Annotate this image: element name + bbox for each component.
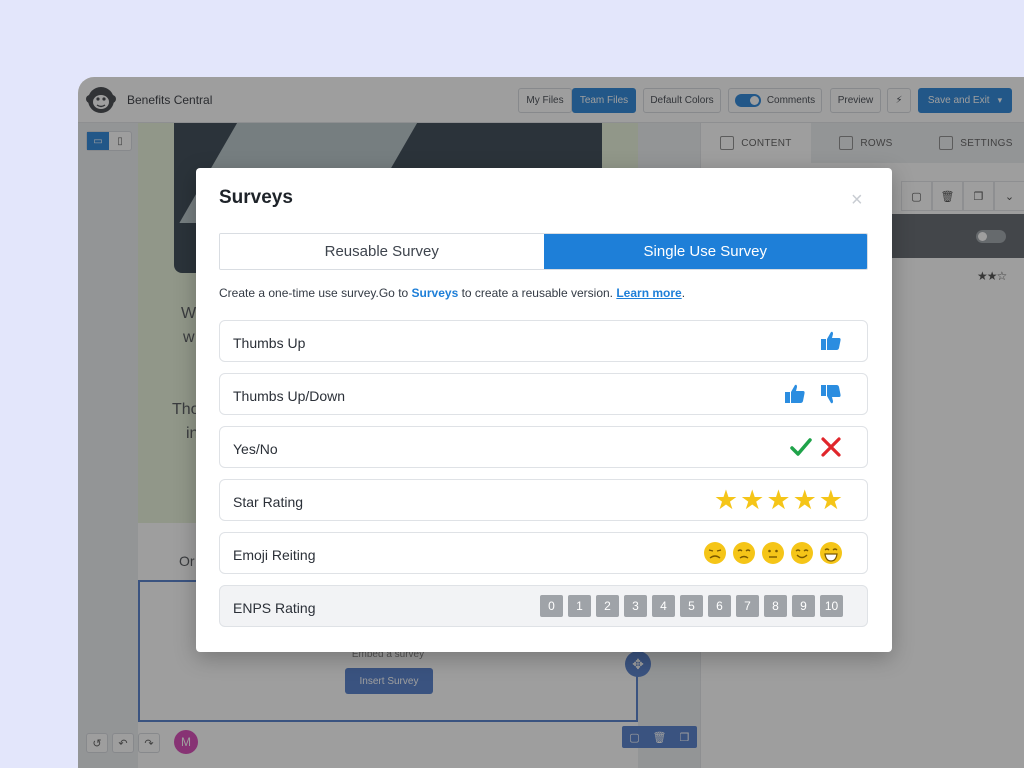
enps-number: 0 <box>540 595 563 617</box>
check-icon <box>790 438 812 456</box>
option-icons <box>783 374 843 414</box>
emoji-crying-icon <box>704 542 726 564</box>
option-label: Yes/No <box>233 441 278 457</box>
enps-number: 9 <box>792 595 815 617</box>
enps-number: 7 <box>736 595 759 617</box>
thumbs-up-icon <box>821 331 841 350</box>
enps-number: 3 <box>624 595 647 617</box>
option-label: Thumbs Up <box>233 335 306 351</box>
survey-option-thumbs-up[interactable]: Thumbs Up <box>219 320 868 362</box>
emoji-sad-icon <box>733 542 755 564</box>
enps-number-scale: 0 1 2 3 4 5 6 7 8 9 10 <box>540 586 843 626</box>
emoji-neutral-icon <box>762 542 784 564</box>
option-icons <box>789 427 843 467</box>
survey-type-tabs: Reusable Survey Single Use Survey <box>219 233 868 270</box>
cross-icon <box>821 437 841 457</box>
option-label: Thumbs Up/Down <box>233 388 346 404</box>
enps-number: 10 <box>820 595 843 617</box>
option-icons <box>703 533 843 573</box>
enps-number: 8 <box>764 595 787 617</box>
star-icon: ★ <box>740 484 765 515</box>
close-icon[interactable]: × <box>851 190 863 210</box>
survey-option-enps-rating[interactable]: ENPS Rating 0 1 2 3 4 5 6 7 8 9 10 <box>219 585 868 627</box>
star-icon: ★ <box>818 484 843 515</box>
star-icon: ★ <box>713 484 739 515</box>
modal-description: Create a one-time use survey.Go to Surve… <box>219 286 685 300</box>
enps-number: 4 <box>652 595 675 617</box>
description-middle: to create a reusable version. <box>458 286 617 300</box>
enps-number: 6 <box>708 595 731 617</box>
description-text: Create a one-time use survey.Go to <box>219 286 412 300</box>
option-label: ENPS Rating <box>233 600 316 616</box>
option-label: Emoji Reiting <box>233 547 316 563</box>
surveys-link[interactable]: Surveys <box>412 286 459 300</box>
modal-title: Surveys <box>219 187 293 208</box>
learn-more-link[interactable]: Learn more <box>616 286 681 300</box>
tab-reusable-survey[interactable]: Reusable Survey <box>220 234 544 269</box>
option-icons: ★ ★ ★ ★ ★ <box>714 480 843 520</box>
thumbs-up-icon <box>785 384 805 403</box>
surveys-modal: Surveys × Reusable Survey Single Use Sur… <box>196 168 892 652</box>
tab-single-use-survey[interactable]: Single Use Survey <box>543 234 867 269</box>
survey-option-yes-no[interactable]: Yes/No <box>219 426 868 468</box>
survey-option-thumbs-up-down[interactable]: Thumbs Up/Down <box>219 373 868 415</box>
survey-option-emoji-rating[interactable]: Emoji Reiting <box>219 532 868 574</box>
star-icon: ★ <box>766 484 791 515</box>
enps-number: 2 <box>596 595 619 617</box>
star-icon: ★ <box>792 484 817 515</box>
thumbs-down-icon <box>821 385 841 404</box>
option-label: Star Rating <box>233 494 304 510</box>
emoji-smile-icon <box>791 542 813 564</box>
enps-number: 1 <box>568 595 591 617</box>
emoji-grin-icon <box>820 542 842 564</box>
option-icons <box>819 321 843 361</box>
description-end: . <box>681 286 686 300</box>
survey-option-star-rating[interactable]: Star Rating ★ ★ ★ ★ ★ <box>219 479 868 521</box>
enps-number: 5 <box>680 595 703 617</box>
